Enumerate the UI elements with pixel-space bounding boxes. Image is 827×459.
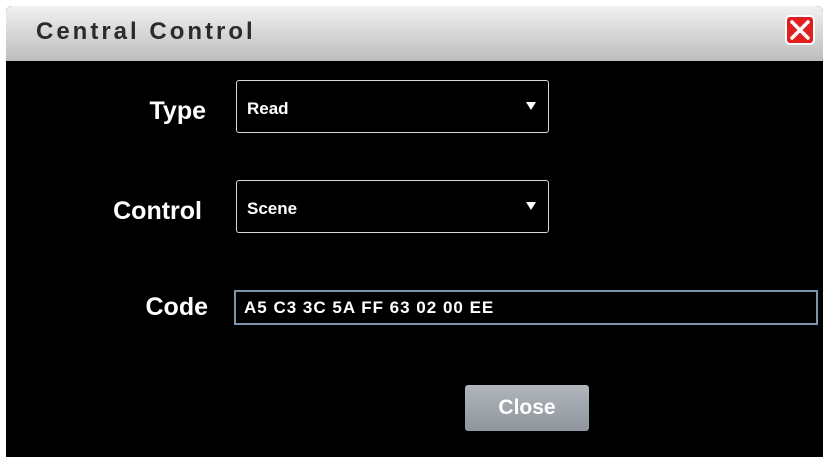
close-x-icon[interactable]: [785, 15, 815, 45]
type-dropdown-value: Read: [247, 99, 289, 118]
title-bar: Central Control: [6, 6, 823, 61]
close-button[interactable]: Close: [465, 385, 589, 431]
window-title: Central Control: [36, 18, 256, 45]
control-dropdown[interactable]: Scene: [236, 180, 549, 233]
control-label: Control: [113, 197, 202, 225]
code-field[interactable]: A5 C3 3C 5A FF 63 02 00 EE: [234, 290, 818, 325]
chevron-down-icon: [526, 102, 536, 110]
type-dropdown[interactable]: Read: [236, 80, 549, 133]
chevron-down-icon: [526, 202, 536, 210]
control-dropdown-value: Scene: [247, 199, 298, 218]
close-x-glyph: [790, 20, 810, 40]
central-control-dialog: Central Control Type Read Control Scene …: [6, 6, 823, 457]
code-label: Code: [145, 293, 209, 321]
type-label: Type: [149, 97, 207, 125]
